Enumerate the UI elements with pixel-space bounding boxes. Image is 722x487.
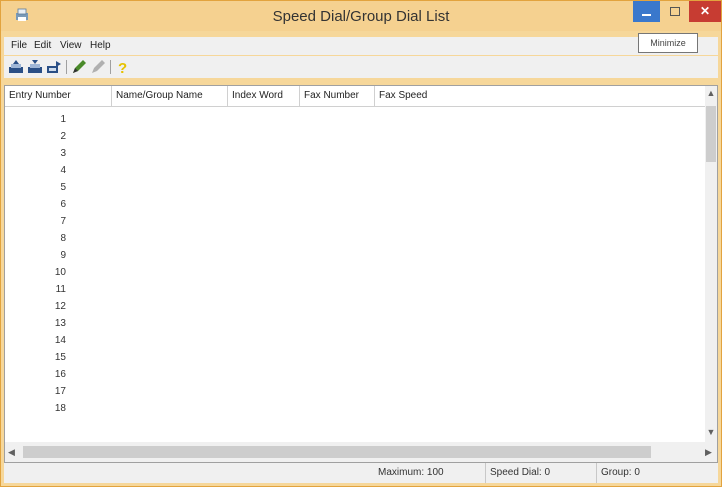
table-row[interactable]: 5 xyxy=(5,179,708,196)
horizontal-scrollbar[interactable]: ◀ ▶ xyxy=(5,442,717,462)
column-fax-speed[interactable]: Fax Speed xyxy=(375,86,445,106)
scroll-up-icon[interactable]: ▲ xyxy=(705,88,717,98)
menu-file[interactable]: File xyxy=(11,40,27,51)
entry-number: 3 xyxy=(60,148,66,159)
toolbar-separator xyxy=(66,60,67,74)
table-row[interactable]: 3 xyxy=(5,145,708,162)
entry-number: 6 xyxy=(60,199,66,210)
status-speed-dial: Speed Dial: 0 xyxy=(485,463,591,483)
scroll-down-icon[interactable]: ▼ xyxy=(705,427,717,437)
column-entry-number[interactable]: Entry Number xyxy=(5,86,112,106)
entry-number: 17 xyxy=(54,386,66,397)
table-row[interactable]: 11 xyxy=(5,281,708,298)
column-index-word[interactable]: Index Word xyxy=(228,86,300,106)
title-bar[interactable]: Speed Dial/Group Dial List ✕ xyxy=(1,1,721,31)
entry-number: 13 xyxy=(54,318,66,329)
table-row[interactable]: 2 xyxy=(5,128,708,145)
close-button[interactable]: ✕ xyxy=(689,1,721,22)
status-group: Group: 0 xyxy=(596,463,711,483)
printer-upload-icon[interactable] xyxy=(8,59,24,75)
entry-number: 11 xyxy=(55,284,66,295)
table-row[interactable]: 13 xyxy=(5,315,708,332)
entry-number: 10 xyxy=(54,267,66,278)
minimize-tooltip: Minimize xyxy=(638,33,698,53)
printer-download-icon[interactable] xyxy=(27,59,43,75)
entry-number: 12 xyxy=(54,301,66,312)
table-row[interactable]: 9 xyxy=(5,247,708,264)
entry-number: 15 xyxy=(54,352,66,363)
menu-bar: File Edit View Help xyxy=(4,37,718,55)
column-name-group-name[interactable]: Name/Group Name xyxy=(112,86,228,106)
entry-number: 18 xyxy=(54,403,66,414)
column-fax-number[interactable]: Fax Number xyxy=(300,86,375,106)
pencil-disabled-icon xyxy=(90,59,106,75)
entry-number: 2 xyxy=(60,131,66,142)
table-row[interactable]: 1 xyxy=(5,111,708,128)
entry-number: 14 xyxy=(54,335,66,346)
table-row[interactable]: 17 xyxy=(5,383,708,400)
entry-number: 4 xyxy=(60,165,66,176)
export-icon[interactable] xyxy=(46,59,62,75)
table-row[interactable]: 10 xyxy=(5,264,708,281)
entry-number: 16 xyxy=(54,369,66,380)
vertical-scroll-thumb[interactable] xyxy=(706,106,716,162)
entry-number: 8 xyxy=(60,233,66,244)
table-row[interactable]: 4 xyxy=(5,162,708,179)
status-bar: Maximum: 100 Speed Dial: 0 Group: 0 xyxy=(4,463,718,483)
table-row[interactable]: 6 xyxy=(5,196,708,213)
table-row[interactable]: 15 xyxy=(5,349,708,366)
minimize-button[interactable] xyxy=(633,1,660,22)
entry-number: 1 xyxy=(60,114,66,125)
toolbar-separator xyxy=(110,60,111,74)
help-question-icon[interactable]: ? xyxy=(115,59,131,77)
vertical-scrollbar[interactable]: ▲ ▼ xyxy=(705,86,717,442)
window-title: Speed Dial/Group Dial List xyxy=(272,8,450,25)
minimize-icon xyxy=(642,14,651,16)
table-row[interactable]: 8 xyxy=(5,230,708,247)
table-row[interactable]: 12 xyxy=(5,298,708,315)
entry-number: 7 xyxy=(60,216,66,227)
app-window: Speed Dial/Group Dial List ✕ Minimize Fi… xyxy=(0,0,722,487)
toolbar: ? xyxy=(4,56,718,78)
menu-view[interactable]: View xyxy=(60,40,82,51)
maximize-button[interactable] xyxy=(661,1,688,22)
table-row[interactable]: 7 xyxy=(5,213,708,230)
table-row[interactable]: 16 xyxy=(5,366,708,383)
speed-dial-list[interactable]: Entry Number Name/Group Name Index Word … xyxy=(4,85,718,463)
list-header: Entry Number Name/Group Name Index Word … xyxy=(5,86,708,107)
pencil-edit-icon[interactable] xyxy=(71,59,87,75)
menu-edit[interactable]: Edit xyxy=(34,40,51,51)
status-maximum: Maximum: 100 xyxy=(378,467,444,478)
menu-help[interactable]: Help xyxy=(90,40,111,51)
maximize-icon xyxy=(670,7,680,16)
scroll-left-icon[interactable]: ◀ xyxy=(8,447,15,458)
table-row[interactable]: 14 xyxy=(5,332,708,349)
horizontal-scroll-thumb[interactable] xyxy=(23,446,651,458)
close-icon: ✕ xyxy=(699,4,711,18)
entry-number: 9 xyxy=(60,250,66,261)
scroll-right-icon[interactable]: ▶ xyxy=(705,447,712,458)
list-rows: 1 2 3 4 5 6 7 8 9 10 11 12 13 14 15 16 1… xyxy=(5,107,708,441)
entry-number: 5 xyxy=(60,182,66,193)
table-row[interactable]: 18 xyxy=(5,400,708,417)
svg-text:?: ? xyxy=(118,60,127,75)
